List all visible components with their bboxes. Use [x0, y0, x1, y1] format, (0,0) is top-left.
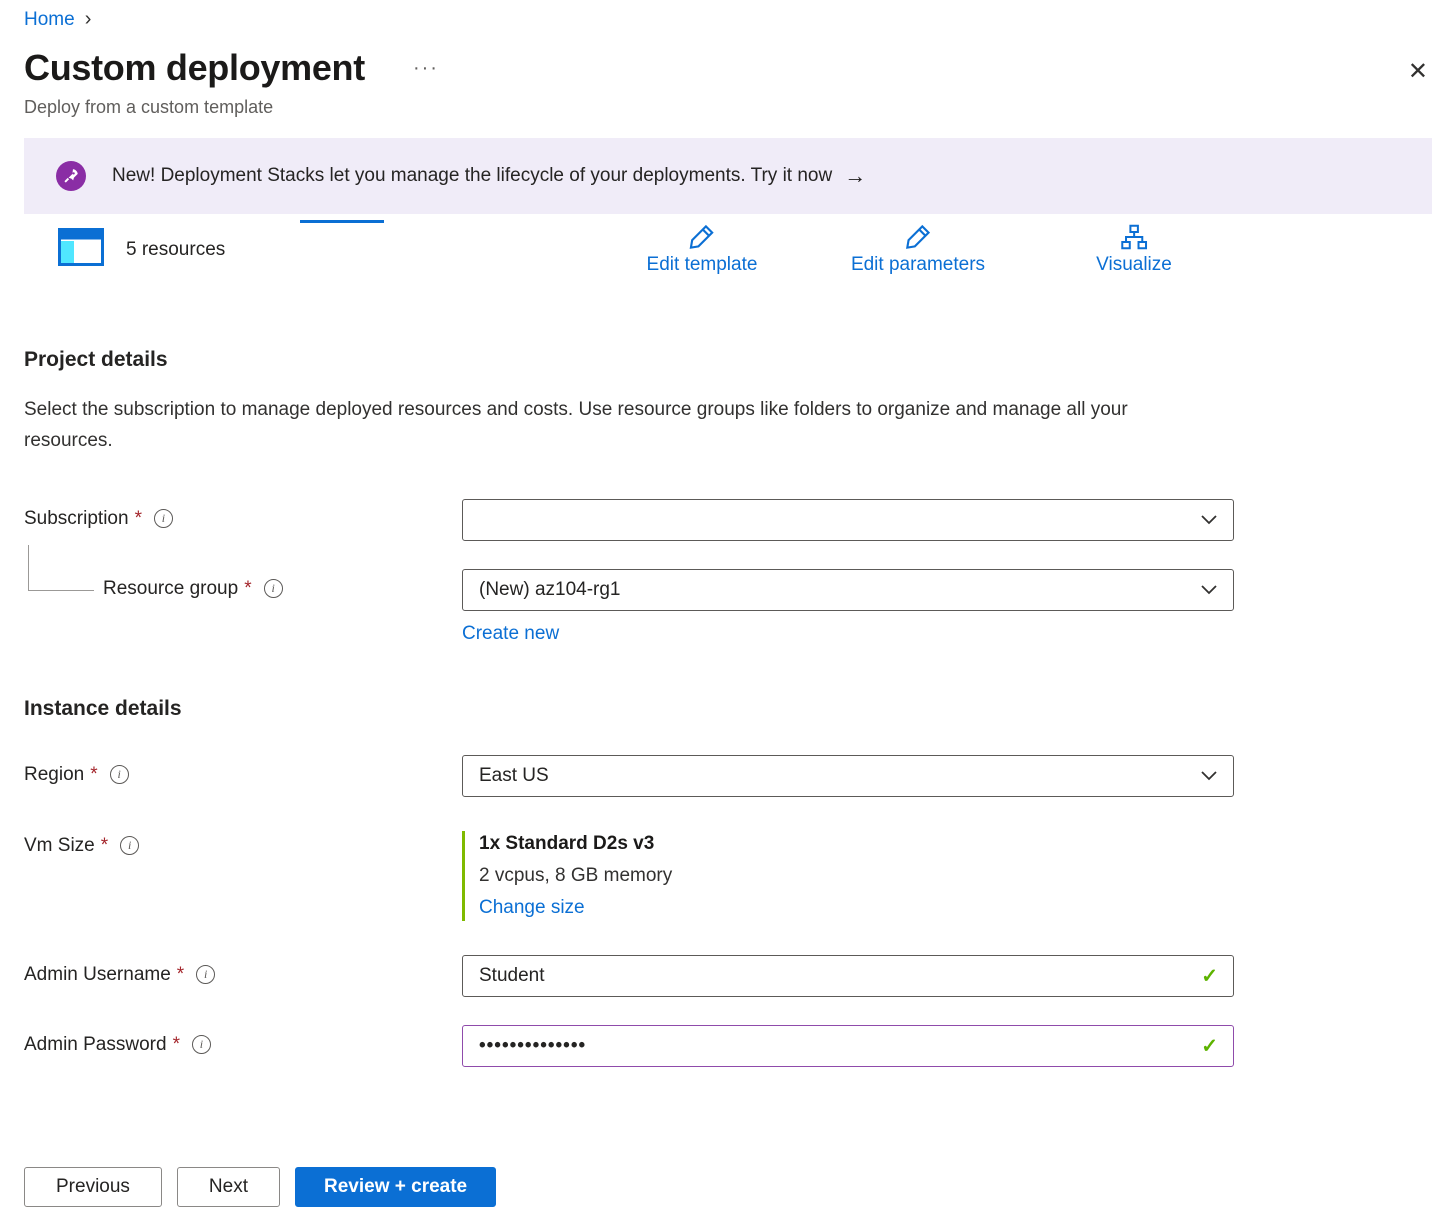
required-marker: *	[101, 835, 108, 857]
required-marker: *	[135, 508, 142, 530]
change-size-link[interactable]: Change size	[479, 897, 585, 919]
edit-template-button[interactable]: Edit template	[647, 222, 758, 276]
wizard-footer: Previous Next Review + create	[24, 1167, 496, 1207]
vm-size-summary: 1x Standard D2s v3 2 vcpus, 8 GB memory …	[462, 831, 1234, 921]
vm-size-label-group: Vm Size * i	[24, 831, 462, 857]
region-row: Region * i East US	[24, 755, 1432, 797]
resource-group-label: Resource group	[103, 578, 238, 600]
edit-parameters-label: Edit parameters	[851, 254, 985, 275]
admin-password-input[interactable]	[462, 1025, 1234, 1067]
admin-username-label-group: Admin Username * i	[24, 955, 462, 986]
edit-parameters-button[interactable]: Edit parameters	[851, 222, 985, 276]
subscription-label-group: Subscription * i	[24, 499, 462, 530]
admin-password-label-group: Admin Password * i	[24, 1025, 462, 1056]
region-value: East US	[479, 765, 549, 787]
resources-count: 5 resources	[126, 239, 225, 261]
template-bar: 5 resources Edit template Edit parameter…	[24, 220, 1432, 296]
vm-size-label: Vm Size	[24, 835, 95, 857]
resource-group-row: Resource group * i (New) az104-rg1 Creat…	[24, 569, 1432, 645]
required-marker: *	[90, 764, 97, 786]
chevron-down-icon	[1201, 771, 1217, 781]
visualize-label: Visualize	[1096, 254, 1172, 275]
title-row: Custom deployment ···	[24, 47, 1432, 89]
admin-username-label: Admin Username	[24, 964, 171, 986]
vm-size-name: 1x Standard D2s v3	[479, 833, 1234, 855]
project-details-description: Select the subscription to manage deploy…	[24, 394, 1184, 457]
resource-group-value: (New) az104-rg1	[479, 579, 621, 601]
subscription-row: Subscription * i	[24, 499, 1432, 541]
chevron-down-icon	[1201, 515, 1217, 525]
page-subtitle: Deploy from a custom template	[24, 97, 1432, 118]
deployment-stacks-banner[interactable]: New! Deployment Stacks let you manage th…	[24, 138, 1432, 214]
required-marker: *	[177, 964, 184, 986]
breadcrumb-home-link[interactable]: Home	[24, 9, 75, 31]
admin-username-row: Admin Username * i ✓	[24, 955, 1432, 997]
info-icon[interactable]: i	[192, 1035, 211, 1054]
pencil-icon	[647, 222, 758, 254]
template-summary: 5 resources	[58, 228, 225, 271]
admin-password-label: Admin Password	[24, 1034, 167, 1056]
required-marker: *	[173, 1034, 180, 1056]
banner-message: New! Deployment Stacks let you manage th…	[112, 165, 832, 187]
region-dropdown[interactable]: East US	[462, 755, 1234, 797]
template-icon	[58, 228, 104, 271]
review-create-button[interactable]: Review + create	[295, 1167, 496, 1207]
hierarchy-connector	[28, 545, 94, 591]
pencil-icon	[851, 222, 985, 254]
admin-username-input[interactable]	[462, 955, 1234, 997]
edit-template-label: Edit template	[647, 254, 758, 275]
info-icon[interactable]: i	[120, 836, 139, 855]
next-button[interactable]: Next	[177, 1167, 280, 1207]
flowchart-icon	[1096, 222, 1172, 254]
subscription-dropdown[interactable]	[462, 499, 1234, 541]
instance-details-heading: Instance details	[24, 697, 1432, 721]
info-icon[interactable]: i	[264, 579, 283, 598]
page-title: Custom deployment	[24, 47, 365, 89]
subscription-label: Subscription	[24, 508, 129, 530]
custom-deployment-page: Home › Custom deployment ··· ✕ Deploy fr…	[0, 0, 1456, 1219]
region-label: Region	[24, 764, 84, 786]
breadcrumb-chevron-icon: ›	[85, 8, 92, 31]
arrow-right-icon: →	[844, 163, 866, 189]
project-details-form: Subscription * i Resource group * i	[24, 499, 1432, 645]
close-icon[interactable]: ✕	[1408, 60, 1428, 84]
cropped-link-fragment	[300, 220, 384, 223]
info-icon[interactable]: i	[154, 509, 173, 528]
info-icon[interactable]: i	[110, 765, 129, 784]
region-label-group: Region * i	[24, 755, 462, 786]
admin-password-row: Admin Password * i ✓	[24, 1025, 1432, 1067]
rocket-icon	[56, 161, 86, 191]
visualize-button[interactable]: Visualize	[1096, 222, 1172, 276]
previous-button[interactable]: Previous	[24, 1167, 162, 1207]
required-marker: *	[244, 578, 251, 600]
vm-size-specs: 2 vcpus, 8 GB memory	[479, 865, 1234, 887]
resource-group-dropdown[interactable]: (New) az104-rg1	[462, 569, 1234, 611]
create-new-link[interactable]: Create new	[462, 623, 559, 645]
vm-size-row: Vm Size * i 1x Standard D2s v3 2 vcpus, …	[24, 831, 1432, 921]
project-details-heading: Project details	[24, 348, 1432, 372]
info-icon[interactable]: i	[196, 965, 215, 984]
more-menu-button[interactable]: ···	[413, 57, 439, 80]
breadcrumb: Home ›	[24, 8, 1432, 31]
chevron-down-icon	[1201, 585, 1217, 595]
